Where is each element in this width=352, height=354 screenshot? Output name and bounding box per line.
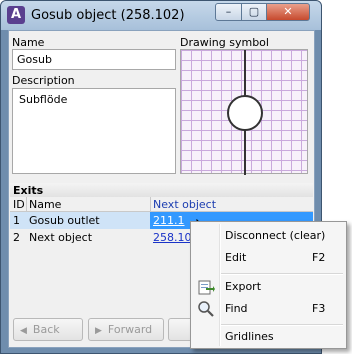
menu-item-disconnect[interactable]: Disconnect (clear) [191, 226, 346, 246]
menu-separator [221, 324, 343, 326]
menu-item-edit[interactable]: Edit F2 [191, 248, 346, 268]
menu-item-shortcut: F3 [312, 302, 326, 315]
name-field[interactable]: Gosub [12, 49, 176, 70]
context-menu: Disconnect (clear) Edit F2 Export Find F… [190, 221, 347, 349]
exits-title: Exits [13, 184, 44, 197]
gosub-symbol [227, 50, 263, 175]
title-bar[interactable]: A Gosub object (258.102) – ▢ ✕ [1, 1, 321, 30]
drawing-symbol-canvas[interactable] [180, 49, 308, 175]
menu-item-label: Find [225, 302, 248, 315]
export-icon [198, 280, 215, 295]
row-name: Next object [29, 231, 93, 244]
forward-button[interactable]: ▶ Forward [88, 318, 164, 341]
column-header-next-object[interactable]: Next object [153, 198, 216, 211]
minimize-button[interactable]: – [215, 3, 242, 21]
forward-arrow-icon: ▶ [95, 326, 102, 336]
next-object-link[interactable]: 211.1 [153, 214, 185, 227]
description-label: Description [12, 74, 75, 87]
close-button[interactable]: ✕ [266, 3, 310, 21]
column-header-id[interactable]: ID [13, 198, 25, 211]
menu-item-gridlines[interactable]: Gridlines [191, 327, 346, 347]
menu-item-label: Gridlines [225, 330, 274, 343]
name-label: Name [12, 36, 45, 49]
menu-item-export[interactable]: Export [191, 277, 346, 297]
column-header-name[interactable]: Name [29, 198, 61, 211]
magnifier-icon [198, 301, 214, 317]
maximize-button[interactable]: ▢ [241, 3, 267, 21]
menu-item-shortcut: F2 [312, 251, 326, 264]
menu-item-label: Export [225, 280, 262, 293]
menu-separator [221, 273, 343, 275]
forward-button-label: Forward [107, 323, 153, 336]
row-id: 1 [13, 214, 20, 227]
app-logo-icon: A [7, 6, 25, 24]
description-field[interactable]: Subflöde [12, 88, 176, 174]
menu-item-find[interactable]: Find F3 [191, 299, 346, 319]
back-arrow-icon: ◀ [20, 326, 27, 336]
drawing-symbol-label: Drawing symbol [180, 36, 269, 49]
row-id: 2 [13, 231, 20, 244]
menu-item-label: Disconnect (clear) [225, 229, 326, 242]
row-name: Gosub outlet [29, 214, 100, 227]
menu-item-label: Edit [225, 251, 247, 264]
table-header-row: ID Name Next object [10, 197, 313, 212]
exits-section-header: Exits [10, 183, 313, 197]
back-button-label: Back [32, 323, 60, 336]
back-button[interactable]: ◀ Back [13, 318, 83, 341]
window-title: Gosub object (258.102) [31, 8, 185, 23]
